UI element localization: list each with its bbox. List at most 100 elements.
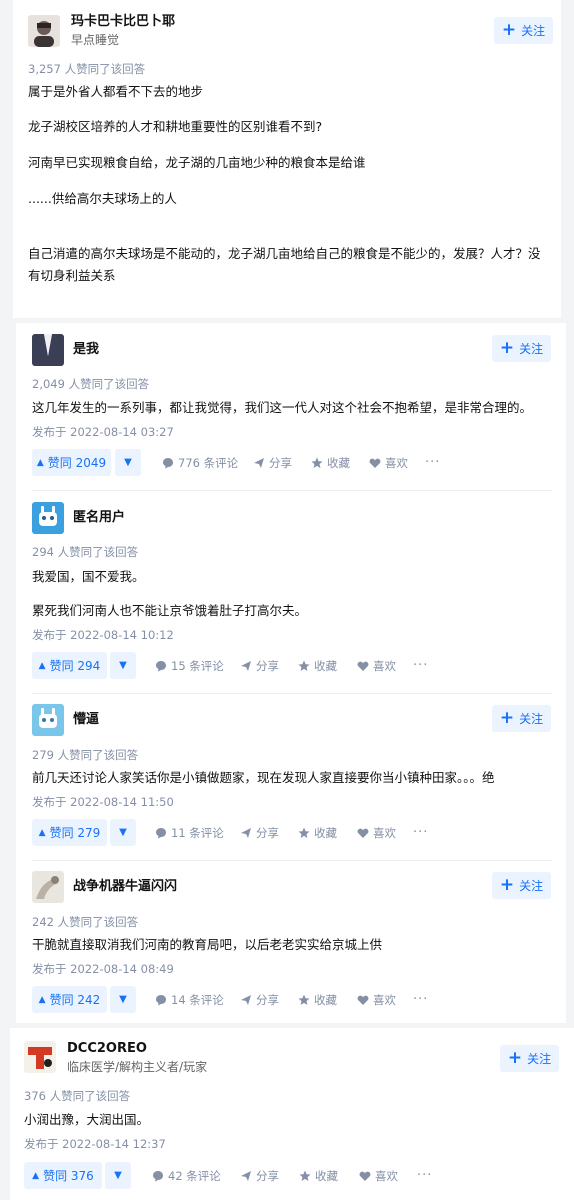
like-button[interactable]: 喜欢 — [357, 826, 396, 840]
author-name[interactable]: 懵逼 — [73, 712, 99, 728]
collect-button[interactable]: 收藏 — [298, 659, 337, 673]
avatar[interactable] — [32, 871, 64, 903]
upvote-button[interactable]: ▲ 赞同 2049 — [32, 449, 111, 476]
author-headline: 临床医学/解构主义者/玩家 — [67, 1060, 208, 1074]
plus-icon: + — [499, 708, 515, 728]
triangle-up-icon: ▲ — [38, 827, 46, 838]
plus-icon: + — [507, 1048, 523, 1068]
share-button[interactable]: 分享 — [253, 456, 292, 470]
comment-button[interactable]: 15 条评论 — [155, 659, 224, 673]
vote-count-meta: 279 人赞同了该回答 — [32, 748, 139, 762]
share-icon — [241, 661, 251, 671]
vote-count-meta: 294 人赞同了该回答 — [32, 545, 139, 559]
more-options-button[interactable]: ··· — [425, 456, 440, 470]
publish-date: 发布于 2022-08-14 11:50 — [32, 795, 174, 809]
triangle-down-icon: ▼ — [119, 994, 127, 1005]
upvote-button[interactable]: ▲ 赞同 294 — [32, 652, 107, 679]
answer-text: 干脆就直接取消我们河南的教育局吧，以后老老实实给京城上供 — [32, 937, 383, 952]
share-button[interactable]: 分享 — [240, 826, 279, 840]
share-icon — [241, 828, 251, 838]
more-options-button[interactable]: ··· — [413, 993, 428, 1007]
author-name[interactable]: 匿名用户 — [73, 510, 125, 526]
share-icon — [241, 995, 251, 1005]
heart-icon — [359, 1171, 371, 1181]
answer-paragraph: 龙子湖校区培养的人才和耕地重要性的区别谁看不到? — [28, 119, 323, 134]
like-button[interactable]: 喜欢 — [357, 659, 396, 673]
answer-paragraph: 属于是外省人都看不下去的地步 — [28, 84, 204, 99]
share-button[interactable]: 分享 — [240, 993, 279, 1007]
publish-date: 发布于 2022-08-14 10:12 — [32, 628, 174, 642]
upvote-button[interactable]: ▲ 赞同 279 — [32, 819, 107, 846]
follow-button[interactable]: + 关注 — [494, 17, 553, 44]
comment-icon — [156, 828, 166, 839]
star-icon — [298, 660, 310, 671]
downvote-button[interactable]: ▼ — [115, 449, 141, 476]
divider — [32, 490, 552, 491]
avatar[interactable] — [32, 704, 64, 736]
star-icon — [311, 457, 323, 468]
answer-paragraph: 河南早已实现粮食自给，龙子湖的几亩地少种的粮食本是给谁 — [28, 155, 366, 170]
heart-icon — [369, 458, 381, 468]
vote-count-meta: 376 人赞同了该回答 — [24, 1089, 131, 1103]
triangle-up-icon: ▲ — [32, 1170, 40, 1181]
vote-count-meta: 242 人赞同了该回答 — [32, 915, 139, 929]
comment-button[interactable]: 776 条评论 — [162, 456, 238, 470]
comment-button[interactable]: 14 条评论 — [155, 993, 224, 1007]
collect-button[interactable]: 收藏 — [299, 1169, 338, 1183]
heart-icon — [357, 995, 369, 1005]
avatar[interactable] — [32, 502, 64, 534]
downvote-button[interactable]: ▼ — [110, 819, 136, 846]
triangle-down-icon: ▼ — [114, 1170, 122, 1181]
share-button[interactable]: 分享 — [240, 1169, 279, 1183]
comment-icon — [156, 995, 166, 1006]
share-button[interactable]: 分享 — [240, 659, 279, 673]
like-button[interactable]: 喜欢 — [369, 456, 408, 470]
author-name[interactable]: 玛卡巴卡比巴卜耶 — [71, 14, 175, 30]
more-options-button[interactable]: ··· — [413, 826, 428, 840]
follow-button[interactable]: + 关注 — [492, 705, 551, 732]
author-name[interactable]: 战争机器牛逼闪闪 — [73, 879, 177, 895]
follow-button[interactable]: + 关注 — [500, 1045, 559, 1072]
follow-button[interactable]: + 关注 — [492, 872, 551, 899]
downvote-button[interactable]: ▼ — [105, 1162, 131, 1189]
comment-icon — [153, 1171, 163, 1182]
triangle-down-icon: ▼ — [119, 660, 127, 671]
triangle-up-icon: ▲ — [36, 457, 44, 468]
upvote-button[interactable]: ▲ 赞同 376 — [24, 1162, 102, 1189]
downvote-button[interactable]: ▼ — [110, 986, 136, 1013]
author-name[interactable]: 是我 — [73, 342, 99, 358]
divider — [32, 693, 552, 694]
triangle-down-icon: ▼ — [124, 457, 132, 468]
like-button[interactable]: 喜欢 — [357, 993, 396, 1007]
vote-count-meta: 2,049 人赞同了该回答 — [32, 377, 150, 391]
comment-button[interactable]: 42 条评论 — [152, 1169, 221, 1183]
avatar[interactable] — [24, 1041, 56, 1073]
plus-icon: + — [501, 20, 517, 40]
collect-button[interactable]: 收藏 — [298, 826, 337, 840]
follow-button[interactable]: + 关注 — [492, 335, 551, 362]
comment-icon — [163, 458, 173, 469]
answer-paragraph: 自己消遣的高尔夫球场是不能动的，龙子湖几亩地给自己的粮食是不能少的，发展？人才？… — [28, 246, 541, 283]
publish-date: 发布于 2022-08-14 03:27 — [32, 425, 174, 439]
avatar[interactable] — [32, 334, 64, 366]
star-icon — [299, 1170, 311, 1181]
comment-button[interactable]: 11 条评论 — [155, 826, 224, 840]
downvote-button[interactable]: ▼ — [110, 652, 136, 679]
star-icon — [298, 994, 310, 1005]
author-name[interactable]: DCC2OREO — [67, 1041, 147, 1057]
more-options-button[interactable]: ··· — [417, 1169, 432, 1183]
answer-paragraph: 我爱国，国不爱我。 — [32, 569, 145, 584]
avatar[interactable] — [28, 15, 60, 47]
collect-button[interactable]: 收藏 — [298, 993, 337, 1007]
triangle-up-icon: ▲ — [38, 994, 46, 1005]
answer-text: 小润出豫，大润出国。 — [24, 1112, 150, 1127]
share-icon — [254, 458, 264, 468]
like-button[interactable]: 喜欢 — [359, 1169, 398, 1183]
collect-button[interactable]: 收藏 — [311, 456, 350, 470]
upvote-button[interactable]: ▲ 赞同 242 — [32, 986, 107, 1013]
vote-count-meta: 3,257 人赞同了该回答 — [28, 62, 146, 76]
more-options-button[interactable]: ··· — [413, 659, 428, 673]
triangle-up-icon: ▲ — [38, 660, 46, 671]
publish-date: 发布于 2022-08-14 08:49 — [32, 962, 174, 976]
author-headline: 早点睡觉 — [71, 33, 120, 47]
